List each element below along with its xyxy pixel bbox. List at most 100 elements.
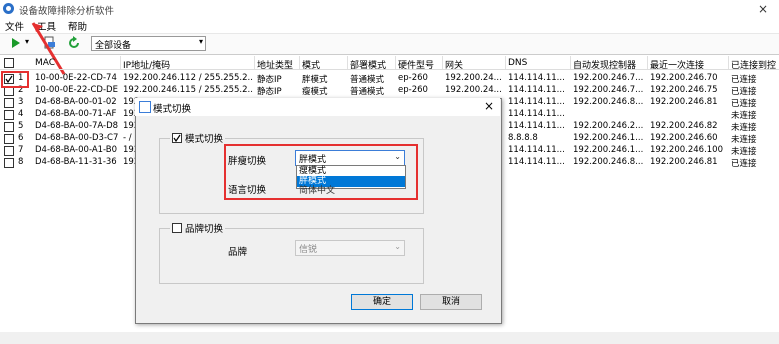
cell-ip: 192.200.246.115 / 255.255.2... [123, 85, 253, 95]
cell-conn: 未连接 [731, 123, 757, 133]
column-header-controller[interactable]: 自动发现控制器 [573, 58, 636, 71]
row-checkbox[interactable] [4, 110, 14, 120]
brand-select[interactable]: 信锐 ⌄ [295, 240, 405, 256]
window-close-button[interactable]: × [758, 2, 768, 16]
cell-conn: 已连接 [731, 99, 757, 109]
cell-last: 192.200.246.81 [650, 97, 718, 107]
select-all-checkbox[interactable] [4, 58, 14, 68]
row-number: 7 [18, 145, 24, 155]
cell-deploy: 普通模式 [350, 75, 385, 85]
cell-mode: 胖模式 [302, 75, 328, 85]
play-button[interactable] [9, 36, 23, 50]
cell-conn: 未连接 [731, 147, 757, 157]
brand-group-header[interactable]: 品牌切换 [170, 221, 226, 235]
cell-mac: 10-00-0E-22-CD-DE [35, 85, 118, 95]
cell-ctrl: 192.200.246.8... [573, 157, 644, 167]
row-checkbox[interactable] [4, 134, 14, 144]
cell-last: 192.200.246.82 [650, 121, 718, 131]
cell-mode: 瘦模式 [302, 87, 328, 97]
brand-select-value: 信锐 [299, 245, 318, 255]
cell-mac: D4-68-BA-00-01-02 [35, 97, 117, 107]
brand-group [159, 228, 424, 284]
cell-gw: 192.200.24... [445, 85, 502, 95]
column-header-addr-type[interactable]: 地址类型 [257, 58, 293, 71]
annotation-box-mode [224, 144, 418, 200]
dialog-title: 模式切换 [153, 104, 192, 115]
cell-mac: D4-68-BA-11-31-36 [35, 157, 117, 167]
cell-dns: 114.114.11... [508, 97, 565, 107]
cell-ctrl: 192.200.246.7... [573, 85, 644, 95]
ok-button[interactable]: 确定 [351, 294, 413, 310]
cell-ctrl: 192.200.246.8... [573, 97, 644, 107]
cell-type: 静态IP [257, 87, 282, 97]
row-number: 8 [18, 157, 24, 167]
annotation-arrow [31, 22, 66, 75]
dialog-icon [139, 101, 151, 113]
play-dropdown-icon[interactable]: ▾ [25, 37, 29, 46]
row-checkbox[interactable] [4, 98, 14, 108]
device-filter-combo[interactable]: 全部设备 ▾ [91, 36, 206, 51]
brand-group-checkbox[interactable] [172, 223, 182, 233]
menu-bar [0, 18, 779, 32]
mode-group-label: 模式切换 [185, 134, 224, 145]
cell-ctrl: 192.200.246.7... [573, 73, 644, 83]
mode-group-checkbox[interactable] [172, 133, 182, 143]
cell-conn: 未连接 [731, 111, 757, 121]
cell-dns: 114.114.11... [508, 109, 565, 119]
cell-conn: 未连接 [731, 135, 757, 145]
cell-last: 192.200.246.70 [650, 73, 718, 83]
cell-ctrl: 192.200.246.2... [573, 121, 644, 131]
column-header-mac[interactable]: MAC [35, 58, 55, 68]
annotation-box-checkbox [1, 71, 29, 88]
column-header-connected[interactable]: 已连接到控 [731, 58, 776, 71]
cell-dns: 8.8.8.8 [508, 133, 538, 143]
app-icon [3, 3, 14, 14]
column-header-ip[interactable]: IP地址/掩码 [123, 58, 170, 71]
play-icon [12, 38, 20, 48]
row-checkbox[interactable] [4, 158, 14, 168]
cell-last: 192.200.246.75 [650, 85, 718, 95]
row-checkbox[interactable] [4, 146, 14, 156]
column-header-gateway[interactable]: 网关 [445, 58, 463, 71]
cell-mac: D4-68-BA-00-D3-C7 [35, 133, 119, 143]
cell-dns: 114.114.11... [508, 85, 565, 95]
cell-deploy: 普通模式 [350, 87, 385, 97]
cell-dns: 114.114.11... [508, 73, 565, 83]
column-header-deploy[interactable]: 部署模式 [350, 58, 386, 71]
cell-type: 静态IP [257, 75, 282, 85]
cell-last: 192.200.246.81 [650, 157, 718, 167]
mode-group-header[interactable]: 模式切换 [170, 131, 226, 145]
cell-mac: D4-68-BA-00-71-AF [35, 109, 117, 119]
cell-hw: ep-260 [398, 85, 428, 95]
menu-file[interactable]: 文件 [5, 19, 24, 33]
brand-group-label: 品牌切换 [185, 224, 224, 235]
row-number: 6 [18, 133, 24, 143]
chevron-down-icon: ⌄ [394, 242, 401, 251]
cell-dns: 114.114.11... [508, 145, 565, 155]
column-header-mode[interactable]: 模式 [302, 58, 320, 71]
cell-ip: 192.200.246.112 / 255.255.2... [123, 73, 253, 83]
column-header-last-conn[interactable]: 最近一次连接 [650, 58, 704, 71]
cell-mac: D4-68-BA-00-A1-B0 [35, 145, 118, 155]
row-number: 3 [18, 97, 24, 107]
cell-conn: 已连接 [731, 159, 757, 169]
cell-last: 192.200.246.100 [650, 145, 724, 155]
horizontal-scrollbar[interactable] [0, 332, 779, 344]
column-header-hw[interactable]: 硬件型号 [398, 58, 434, 71]
cell-dns: 114.114.11... [508, 121, 565, 131]
cell-dns: 114.114.11... [508, 157, 565, 167]
menu-help[interactable]: 帮助 [68, 19, 87, 33]
cell-mac: D4-68-BA-00-7A-D8 [35, 121, 119, 131]
cell-conn: 已连接 [731, 75, 757, 85]
dialog-close-button[interactable]: × [484, 99, 494, 113]
cell-ctrl: 192.200.246.1... [573, 145, 644, 155]
cell-ctrl: 192.200.246.1... [573, 133, 644, 143]
cell-last: 192.200.246.60 [650, 133, 718, 143]
window-title: 设备故障排除分析软件 [19, 6, 115, 17]
brand-label: 品牌 [228, 247, 248, 258]
cancel-button[interactable]: 取消 [420, 294, 482, 310]
cell-mac: 10-00-0E-22-CD-74 [35, 73, 117, 83]
column-header-dns[interactable]: DNS [508, 58, 527, 68]
cell-conn: 已连接 [731, 87, 757, 97]
row-checkbox[interactable] [4, 122, 14, 132]
